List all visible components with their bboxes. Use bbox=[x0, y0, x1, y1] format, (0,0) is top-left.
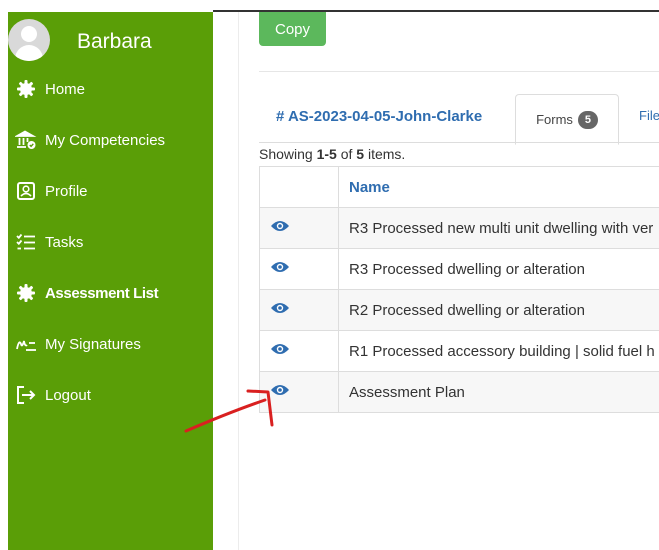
signature-icon bbox=[14, 333, 38, 355]
form-name: R3 Processed dwelling or alteration bbox=[338, 248, 659, 290]
form-name: R1 Processed accessory building | solid … bbox=[338, 330, 659, 372]
eye-icon[interactable] bbox=[270, 220, 290, 237]
sidebar-item-label: Logout bbox=[45, 386, 91, 404]
eye-icon[interactable] bbox=[270, 261, 290, 278]
user-name: Barbara bbox=[77, 30, 152, 53]
tab-files[interactable]: File bbox=[639, 108, 659, 123]
sidebar: Barbara Home My Competencies Profile Tas… bbox=[8, 12, 213, 550]
sidebar-item-label: Assessment List bbox=[45, 284, 159, 302]
items-summary: Showing 1-5 of 5 items. bbox=[259, 146, 406, 162]
sidebar-item-tasks[interactable]: Tasks bbox=[14, 227, 209, 257]
profile-card-icon bbox=[14, 180, 38, 202]
table-header-row: Name bbox=[259, 166, 659, 208]
sidebar-item-profile[interactable]: Profile bbox=[14, 176, 209, 206]
tab-forms-label: Forms bbox=[536, 112, 573, 127]
forms-table: Name R3 Processed new multi unit dwellin… bbox=[259, 166, 659, 413]
logout-icon bbox=[14, 384, 38, 406]
table-row: Assessment Plan bbox=[259, 371, 659, 413]
window-edge bbox=[0, 0, 8, 550]
tab-forms[interactable]: Forms 5 bbox=[515, 94, 619, 145]
forms-count-badge: 5 bbox=[577, 110, 598, 129]
eye-icon[interactable] bbox=[270, 343, 290, 360]
sidebar-item-label: Profile bbox=[45, 182, 88, 200]
sidebar-item-home[interactable]: Home bbox=[14, 74, 209, 104]
table-row: R2 Processed dwelling or alteration bbox=[259, 289, 659, 331]
form-name: R2 Processed dwelling or alteration bbox=[338, 289, 659, 331]
eye-icon[interactable] bbox=[270, 302, 290, 319]
items-range: 1-5 bbox=[316, 146, 337, 162]
avatar bbox=[8, 19, 50, 61]
form-name: Assessment Plan bbox=[338, 371, 659, 413]
tabs-baseline bbox=[259, 142, 659, 143]
checklist-icon bbox=[14, 231, 38, 253]
tab-assessment-id[interactable]: # AS-2023-04-05-John-Clarke bbox=[276, 108, 482, 125]
user-profile: Barbara bbox=[8, 19, 213, 65]
table-row: R1 Processed accessory building | solid … bbox=[259, 330, 659, 372]
eye-icon[interactable] bbox=[270, 384, 290, 401]
bank-verified-icon bbox=[14, 129, 38, 151]
sidebar-item-logout[interactable]: Logout bbox=[14, 380, 209, 410]
column-header-name[interactable]: Name bbox=[338, 166, 659, 208]
table-row: R3 Processed new multi unit dwelling wit… bbox=[259, 207, 659, 249]
copy-button[interactable]: Copy bbox=[259, 12, 326, 46]
gear-icon bbox=[14, 78, 38, 100]
table-row: R3 Processed dwelling or alteration bbox=[259, 248, 659, 290]
sidebar-item-label: Home bbox=[45, 80, 86, 98]
sidebar-item-label: My Competencies bbox=[45, 131, 166, 149]
gear-icon bbox=[14, 282, 38, 304]
sidebar-item-my-competencies[interactable]: My Competencies bbox=[14, 125, 209, 155]
items-total: 5 bbox=[356, 146, 365, 162]
form-name: R3 Processed new multi unit dwelling wit… bbox=[338, 207, 659, 249]
sidebar-item-label: Tasks bbox=[45, 233, 84, 251]
content-divider bbox=[238, 12, 239, 550]
column-header-actions bbox=[259, 166, 339, 208]
sidebar-item-assessment-list[interactable]: Assessment List bbox=[14, 278, 209, 308]
sidebar-item-my-signatures[interactable]: My Signatures bbox=[14, 329, 209, 359]
section-divider bbox=[259, 71, 659, 72]
sidebar-item-label: My Signatures bbox=[45, 335, 141, 353]
